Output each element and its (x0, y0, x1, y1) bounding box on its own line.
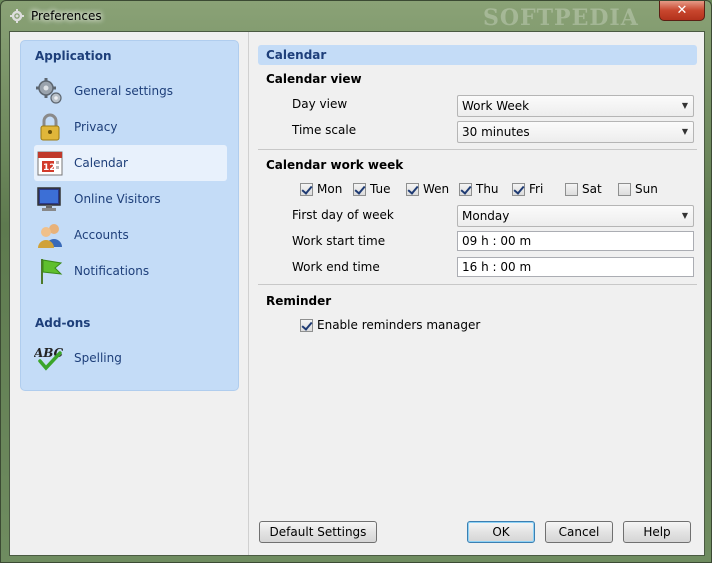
close-icon: ✕ (676, 3, 688, 18)
checkbox-label: Thu (476, 182, 499, 196)
checkbox-box[interactable] (406, 182, 419, 196)
day-view-value: Work Week (462, 99, 530, 113)
reminder-title: Reminder (266, 294, 332, 308)
checkbox-label: Wen (423, 182, 450, 196)
checkbox-tue[interactable]: Tue (353, 182, 391, 196)
first-day-label: First day of week (292, 208, 394, 222)
help-button[interactable]: Help (623, 521, 691, 543)
checkbox-label: Fri (529, 182, 544, 196)
time-scale-value: 30 minutes (462, 125, 530, 139)
chevron-down-icon: ▼ (681, 211, 689, 220)
monitor-icon (34, 183, 66, 215)
checkbox-label: Enable reminders manager (317, 318, 481, 332)
first-day-select[interactable]: Monday ▼ (457, 205, 694, 227)
sidebar-item-label: Online Visitors (74, 192, 161, 206)
flag-icon (34, 255, 66, 287)
day-view-select[interactable]: Work Week ▼ (457, 95, 694, 117)
divider (258, 149, 697, 150)
gear-icon (9, 8, 25, 24)
work-week-title: Calendar work week (266, 158, 404, 172)
checkbox-fri[interactable]: Fri (512, 182, 543, 196)
sidebar-item-label: Spelling (74, 351, 122, 365)
sidebar-header-add-ons: Add-ons (35, 316, 91, 330)
gears-icon (34, 75, 66, 107)
checkbox-thu[interactable]: Thu (459, 182, 499, 196)
checkbox-label: Mon (317, 182, 343, 196)
sidebar-item-notifications[interactable]: Notifications (34, 253, 227, 289)
client-area: Application General settings Privacy 12 … (9, 31, 705, 556)
chevron-down-icon: ▼ (681, 101, 689, 110)
checkbox-label: Sun (635, 182, 658, 196)
checkbox-box[interactable] (565, 182, 578, 196)
section-title: Calendar (258, 45, 697, 65)
time-scale-label: Time scale (292, 123, 357, 137)
default-settings-button[interactable]: Default Settings (259, 521, 377, 543)
checkbox-sun[interactable]: Sun (618, 182, 658, 196)
sidebar-header-application: Application (35, 49, 112, 63)
calendar-view-title: Calendar view (266, 72, 362, 86)
calendar-icon: 12 (34, 147, 66, 179)
spellcheck-icon: ABC (34, 342, 66, 374)
sidebar-container: Application General settings Privacy 12 … (10, 32, 249, 555)
padlock-icon (34, 111, 66, 143)
settings-panel: Calendar Calendar view Day view Work Wee… (249, 32, 704, 555)
sidebar-item-label: Accounts (74, 228, 129, 242)
title-bar[interactable]: Preferences SOFTPEDIA ✕ (1, 1, 711, 31)
cancel-button[interactable]: Cancel (545, 521, 613, 543)
sidebar-item-label: General settings (74, 84, 173, 98)
checkbox-box[interactable] (300, 318, 313, 332)
sidebar: Application General settings Privacy 12 … (20, 40, 239, 391)
checkbox-wen[interactable]: Wen (406, 182, 449, 196)
ok-button[interactable]: OK (467, 521, 535, 543)
checkbox-box[interactable] (300, 182, 313, 196)
sidebar-item-label: Privacy (74, 120, 118, 134)
checkbox-sat[interactable]: Sat (565, 182, 602, 196)
work-end-label: Work end time (292, 260, 380, 274)
day-view-label: Day view (292, 97, 348, 111)
checkbox-box[interactable] (459, 182, 472, 196)
work-start-field[interactable]: 09 h : 00 m (457, 231, 694, 251)
checkbox-box[interactable] (353, 182, 366, 196)
preferences-window: Preferences SOFTPEDIA ✕ Application Gene… (0, 0, 712, 563)
checkbox-label: Sat (582, 182, 602, 196)
checkbox-mon[interactable]: Mon (300, 182, 342, 196)
checkbox-box[interactable] (618, 182, 631, 196)
first-day-value: Monday (462, 209, 510, 223)
work-start-label: Work start time (292, 234, 386, 248)
sidebar-item-privacy[interactable]: Privacy (34, 109, 227, 145)
close-button[interactable]: ✕ (659, 1, 705, 21)
sidebar-item-accounts[interactable]: Accounts (34, 217, 227, 253)
chevron-down-icon: ▼ (681, 127, 689, 136)
checkbox-enable-reminders[interactable]: Enable reminders manager (300, 318, 480, 332)
work-end-field[interactable]: 16 h : 00 m (457, 257, 694, 277)
sidebar-item-online-visitors[interactable]: Online Visitors (34, 181, 227, 217)
time-scale-select[interactable]: 30 minutes ▼ (457, 121, 694, 143)
checkbox-label: Tue (370, 182, 391, 196)
sidebar-item-label: Notifications (74, 264, 150, 278)
checkbox-box[interactable] (512, 182, 525, 196)
sidebar-item-label: Calendar (74, 156, 128, 170)
window-title: Preferences (31, 9, 102, 23)
sidebar-item-spelling[interactable]: ABC Spelling (34, 340, 227, 376)
sidebar-item-general-settings[interactable]: General settings (34, 73, 227, 109)
calendar-icon-number: 12 (43, 163, 56, 173)
watermark: SOFTPEDIA (483, 5, 639, 31)
divider (258, 284, 697, 285)
users-icon (34, 219, 66, 251)
sidebar-item-calendar[interactable]: 12 Calendar (34, 145, 227, 181)
